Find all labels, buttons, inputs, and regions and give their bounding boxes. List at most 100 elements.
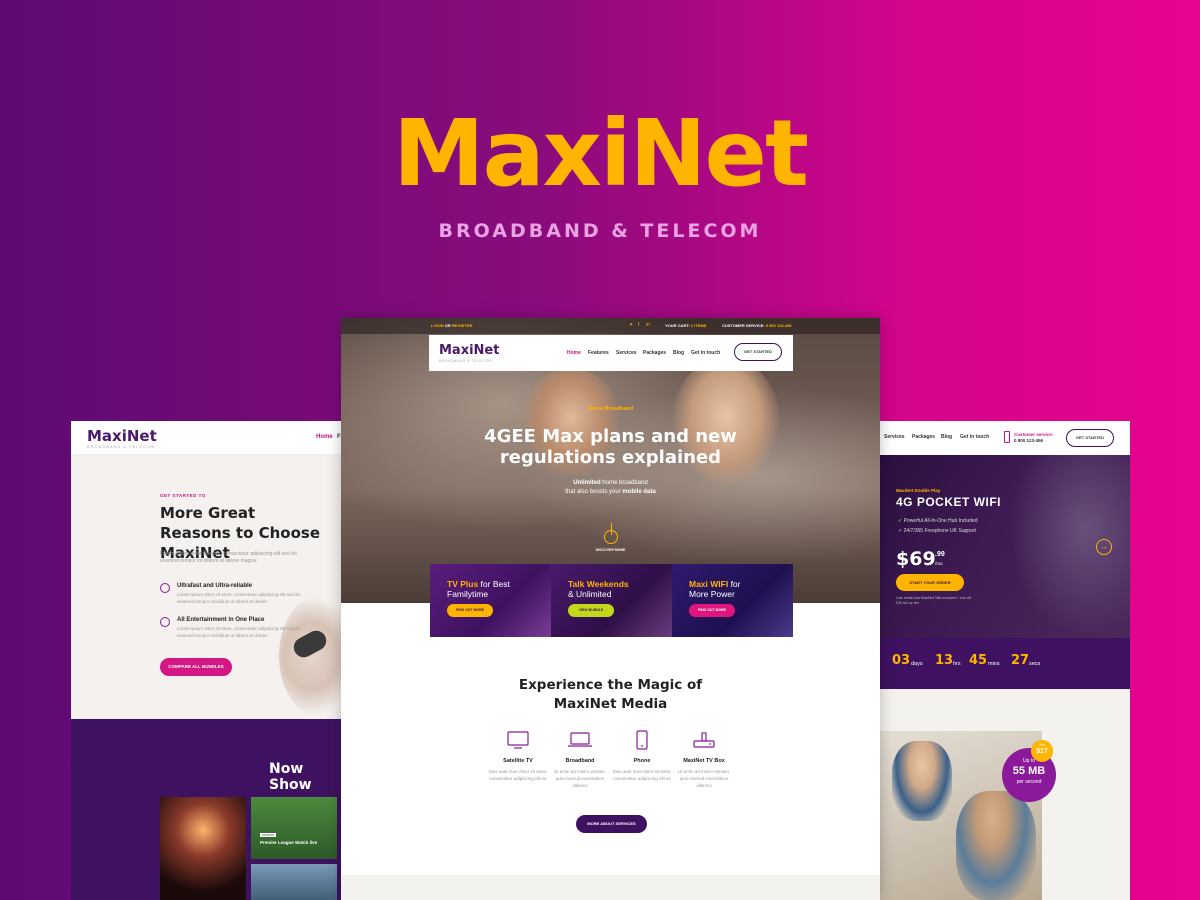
promo-card-talk[interactable]: Talk Weekends & Unlimited VIEW BUNDLE <box>551 564 672 637</box>
get-started-button[interactable]: GET STARTED <box>734 343 782 361</box>
nav-features[interactable]: Features <box>588 350 609 356</box>
nav-blog[interactable]: Blog <box>673 350 684 356</box>
nav-get-in-touch[interactable]: Get in touch <box>960 434 989 440</box>
service-title: Satellite TV <box>503 758 533 764</box>
linkedin-icon[interactable]: in <box>646 322 650 328</box>
subtext-rest-2: that also boosts your <box>565 489 623 495</box>
subtext-rest-1: home broadband <box>600 480 648 486</box>
left-logo-sub: BROADBAND & TELECOM <box>87 444 156 449</box>
bullet-item: ✓ Powerful All-In-One Hub Included <box>898 518 978 524</box>
left-header: MaxiNet BROADBAND & TELECOM Home Fe <box>71 421 343 455</box>
compare-bundles-button[interactable]: COMPARE ALL BUNDLES <box>160 658 232 676</box>
service-text: Ut enim ad minim veniam, quis nostrud ex… <box>677 769 731 788</box>
service-title: Broadband <box>565 758 595 764</box>
customer-service-number[interactable]: 0 800 123-456 <box>1014 438 1043 443</box>
left-mockup: MaxiNet BROADBAND & TELECOM Home Fe GET … <box>71 421 343 900</box>
service-text: Ut enim ad minim veniam, quis nostrud ex… <box>553 769 607 788</box>
person-right-image <box>671 358 781 488</box>
countdown-days-unit: days <box>911 661 923 667</box>
service-number[interactable]: 0 800 123-456 <box>766 323 792 328</box>
concert-tile[interactable] <box>160 797 246 900</box>
service-tv-box[interactable]: MaxiNet TV Box Ut enim ad minim veniam, … <box>669 730 739 788</box>
tile-badge: SPORTS <box>260 833 277 837</box>
left-logo[interactable]: MaxiNet <box>87 427 157 445</box>
promo-card-tv[interactable]: TV Plus for Best Familytime FIND OUT MORE <box>430 564 551 637</box>
fine-print: Line rental and MaxiNet Talk included + … <box>896 596 971 605</box>
promo-title: Maxi WIFI for More Power <box>689 579 740 599</box>
service-title: MaxiNet TV Box <box>683 758 725 764</box>
find-out-more-button[interactable]: FIND OUT MORE <box>689 604 735 617</box>
login-link[interactable]: LOGIN <box>431 323 444 328</box>
service-phone[interactable]: Phone Duis aute irure dolor sit amet, co… <box>607 730 677 781</box>
countdown-hours: 13 <box>935 653 954 668</box>
nav-services[interactable]: Services <box>616 350 637 356</box>
promo-title-line2: Familytime <box>447 589 489 599</box>
promo-card-wifi[interactable]: Maxi WIFI for More Power FIND OUT MORE <box>672 564 793 637</box>
badge-per-second: per second <box>1016 779 1042 785</box>
login-register: LOGIN OR REGISTER <box>431 323 472 328</box>
scroll-down-icon[interactable] <box>604 530 618 544</box>
center-logo-sub: BROADBAND & TELECOM <box>439 359 492 363</box>
promo-title-bold: TV Plus <box>447 579 479 589</box>
cart-value: 2 ITEMS <box>690 323 707 328</box>
get-started-button[interactable]: GET STARTED <box>1066 429 1114 447</box>
feature-title: Ultrafast and Ultra-reliable <box>177 583 253 589</box>
price-period: /mo <box>935 561 943 566</box>
child-image <box>892 741 952 821</box>
feature-text: Lorem ipsum dolor sit amet, consectetur … <box>177 592 301 604</box>
more-about-services-button[interactable]: MORE ABOUT SERVICES <box>576 815 647 833</box>
right-header: Services Packages Blog Get in touch Cust… <box>878 421 1130 455</box>
nav-get-in-touch[interactable]: Get in touch <box>691 350 720 356</box>
view-bundle-button[interactable]: VIEW BUNDLE <box>568 604 614 617</box>
cart-info[interactable]: YOUR CART: 2 ITEMS <box>665 323 706 328</box>
headline-line-1: 4GEE Max plans and new <box>484 426 737 447</box>
section-title: Experience the Magic of MaxiNet Media <box>341 676 880 714</box>
subtext-line-1: Unlimited home broadband <box>341 479 880 488</box>
register-link[interactable]: REGISTER <box>452 323 472 328</box>
service-satellite-tv[interactable]: Satellite TV Duis aute irure dolor sit a… <box>483 730 553 781</box>
clock-icon <box>160 583 170 593</box>
promo-title-bold: Maxi WIFI <box>689 579 729 589</box>
next-section-strip <box>341 875 880 900</box>
section-title-line-1: Experience the Magic of <box>518 677 703 693</box>
promo-title-line2: & Unlimited <box>568 589 612 599</box>
discover-more-link[interactable]: DISCOVER MORE <box>341 548 880 552</box>
arrow-right-icon[interactable]: → <box>1096 539 1112 555</box>
nav-home[interactable]: Home <box>567 350 581 356</box>
section-title-line-2: MaxiNet Media <box>553 696 668 712</box>
countdown-hours-unit: hrs <box>953 661 961 667</box>
nav-services[interactable]: Services <box>884 434 905 440</box>
now-showing-heading: Now Show <box>269 761 312 793</box>
nav-blog[interactable]: Blog <box>941 434 952 440</box>
nav-packages[interactable]: Packages <box>912 434 935 440</box>
left-nav-home[interactable]: Home <box>316 434 333 440</box>
right-mockup: Services Packages Blog Get in touch Cust… <box>878 421 1130 900</box>
left-intro: Lorem ipsum dolor sit amet, consectetur … <box>160 551 297 564</box>
service-text: Duis aute irure dolor sit amet, consecte… <box>488 769 548 781</box>
hero-subtitle: BROADBAND & TELECOM <box>438 220 762 242</box>
center-mockup: LOGIN OR REGISTER ✦ f in YOUR CART: 2 IT… <box>341 318 880 900</box>
price: $69 <box>896 548 936 570</box>
top-bar: LOGIN OR REGISTER ✦ f in YOUR CART: 2 IT… <box>341 318 880 334</box>
promo-title-rest: for Best <box>478 579 510 589</box>
football-tile[interactable] <box>251 797 337 859</box>
start-order-button[interactable]: START YOUR ORDER <box>896 574 964 591</box>
hero-headline: 4GEE Max plans and new regulations expla… <box>341 426 880 468</box>
countdown-mins: 45 <box>969 653 988 668</box>
tv-icon <box>503 730 533 750</box>
center-logo[interactable]: MaxiNet <box>439 343 499 358</box>
house-tile[interactable] <box>251 864 337 900</box>
price-badge-label: Just <box>1038 743 1046 747</box>
subtext-line-2: that also boosts your mobile data <box>341 488 880 497</box>
promo-title-line2: More Power <box>689 589 735 599</box>
find-out-more-button[interactable]: FIND OUT MORE <box>447 604 493 617</box>
twitter-icon[interactable]: ✦ <box>629 322 633 328</box>
facebook-icon[interactable]: f <box>638 322 639 328</box>
hero-kicker: Home Broadband <box>587 406 634 412</box>
service-broadband[interactable]: Broadband Ut enim ad minim veniam, quis … <box>545 730 615 788</box>
customer-service: CUSTOMER SERVICE: 0 800 123-456 <box>722 323 792 328</box>
tv-box-icon <box>689 730 719 750</box>
countdown-secs: 27 <box>1011 653 1030 668</box>
nav-packages[interactable]: Packages <box>643 350 666 356</box>
bullet-item: ✓ 24/7/365 Freephone UK Support <box>898 528 976 534</box>
